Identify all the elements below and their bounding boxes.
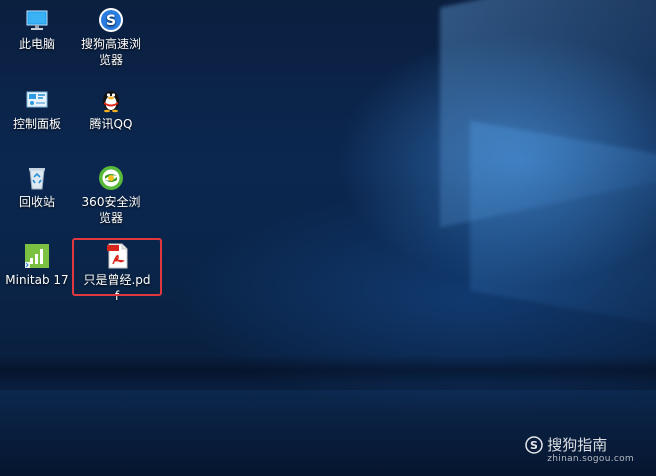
svg-text:S: S [530,439,538,452]
watermark-title: 搜狗指南 [547,436,608,454]
sogou-logo-icon: S [525,436,544,454]
sogou-browser-icon: S [99,8,123,32]
desktop-icon-minitab[interactable]: Minitab 17 [0,242,74,288]
watermark-domain: zhinan.sogou.com [547,454,634,464]
sogou-guide-watermark: S 搜狗指南 zhinan.sogou.com [525,436,634,464]
selected-icon-highlight [72,238,162,296]
360-browser-icon [99,166,123,190]
desktop-icon-label: 360安全浏览器 [81,195,141,225]
svg-text:S: S [106,13,116,29]
desktop-icon-360-browser[interactable]: 360安全浏览器 [74,164,148,226]
qq-penguin-icon [103,91,119,113]
minitab-icon [25,244,49,268]
desktop-icon-label: Minitab 17 [5,273,69,287]
control-panel-icon [26,91,48,108]
desktop-icon-sogou-browser[interactable]: S 搜狗高速浏览器 [74,6,148,68]
light-beam [440,0,656,228]
desktop-icon-control-panel[interactable]: 控制面板 [0,86,74,132]
recycle-bin-icon [29,168,45,190]
monitor-icon [26,10,48,30]
desktop-icon-label: 控制面板 [12,117,61,131]
desktop-icon-label: 腾讯QQ [89,117,133,131]
light-beam [470,120,656,330]
desktop-icon-tencent-qq[interactable]: 腾讯QQ [74,86,148,132]
floor-shadow [0,355,656,385]
desktop-icon-this-pc[interactable]: 此电脑 [0,6,74,52]
desktop-icon-label: 此电脑 [18,37,55,51]
desktop-icon-recycle-bin[interactable]: 回收站 [0,164,74,210]
desktop-background[interactable]: 此电脑 S 搜狗高速浏览器 控制面板 腾讯QQ 回收站 360安全浏览器 Min… [0,0,656,476]
desktop-icon-label: 搜狗高速浏览器 [80,37,141,67]
desktop-icon-label: 回收站 [18,195,55,209]
